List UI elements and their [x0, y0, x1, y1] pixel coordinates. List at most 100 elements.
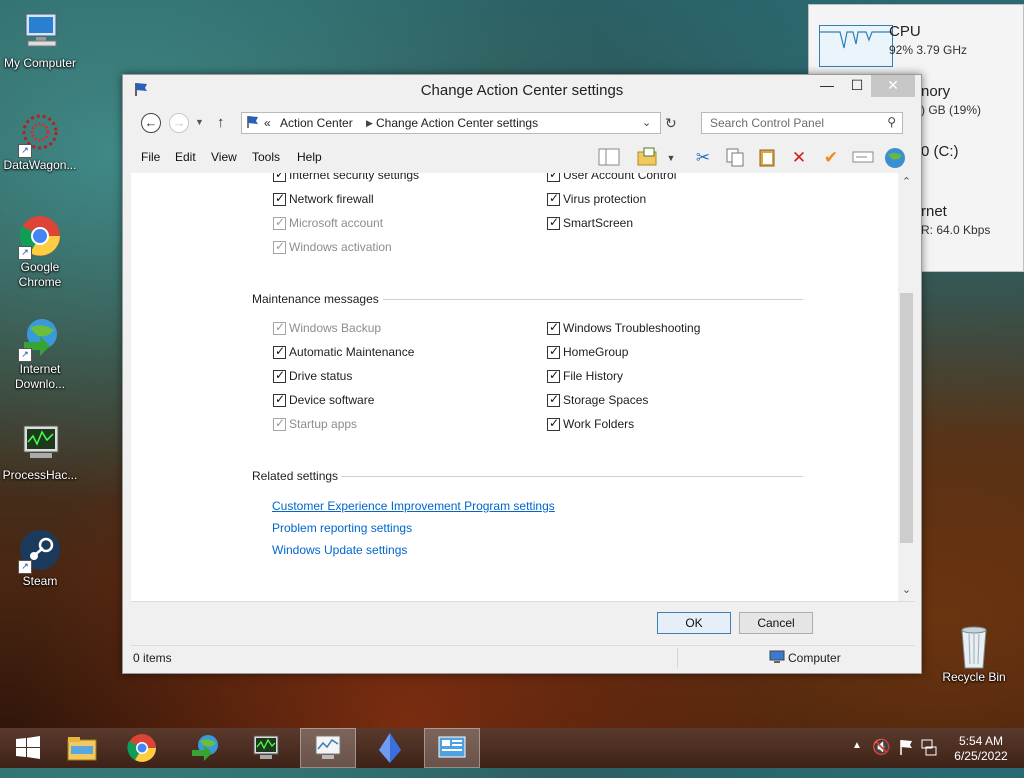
- desktop-icon-datawagon[interactable]: ↗ DataWagon...: [0, 112, 80, 173]
- desktop-icon-label: ProcessHac...: [2, 468, 78, 482]
- menu-help[interactable]: Help: [297, 150, 322, 164]
- checkbox-box: [273, 320, 286, 335]
- checkbox-box[interactable]: [273, 173, 286, 182]
- recent-pages-dropdown-icon[interactable]: ▼: [195, 117, 204, 127]
- checkbox-box[interactable]: [547, 191, 560, 206]
- desktop-icon-steam[interactable]: ↗ Steam: [0, 528, 80, 589]
- checkbox-box[interactable]: [273, 392, 286, 407]
- address-box[interactable]: « Action Center ▶ Change Action Center s…: [241, 112, 661, 134]
- checkbox-box[interactable]: [547, 344, 560, 359]
- breadcrumb-action-center[interactable]: Action Center: [280, 116, 353, 130]
- checkbox-label: Drive status: [289, 369, 353, 383]
- checkbox-box[interactable]: [547, 215, 560, 230]
- desktop-icon-my-computer[interactable]: My Computer: [0, 10, 80, 71]
- scrollbar-thumb[interactable]: [900, 293, 913, 543]
- link-ceip-settings[interactable]: Customer Experience Improvement Program …: [272, 499, 555, 513]
- checkbox-box[interactable]: [547, 416, 560, 431]
- search-icon[interactable]: ⚲: [887, 115, 896, 129]
- layout-pane-icon[interactable]: [597, 147, 621, 169]
- copy-icon[interactable]: [723, 147, 747, 169]
- process-monitor-icon: [18, 422, 62, 466]
- clock-time: 5:54 AM: [958, 734, 1004, 748]
- globe-icon[interactable]: [883, 147, 907, 169]
- ok-button[interactable]: OK: [657, 612, 731, 634]
- menu-tools[interactable]: Tools: [252, 150, 280, 164]
- checkbox-label: Startup apps: [289, 417, 358, 431]
- cancel-button[interactable]: Cancel: [739, 612, 813, 634]
- breadcrumb-current[interactable]: Change Action Center settings: [376, 116, 538, 130]
- resource-monitor-taskbar-icon[interactable]: [300, 728, 356, 768]
- related-settings-heading: Related settings: [252, 469, 339, 483]
- network-icon[interactable]: [920, 738, 938, 759]
- address-bar-row: ← → ▼ ↑ « Action Center ▶ Change Action …: [131, 109, 915, 137]
- desktop-icon-label: Steam: [22, 574, 58, 588]
- datawagon-icon: ↗: [18, 112, 62, 158]
- checkbox-box[interactable]: [273, 344, 286, 359]
- title-bar[interactable]: Change Action Center settings — ☐ ✕: [123, 75, 921, 105]
- processhacker-taskbar-icon[interactable]: [238, 728, 294, 768]
- file-explorer-taskbar-icon[interactable]: [54, 728, 110, 768]
- breadcrumb-prefix[interactable]: «: [264, 116, 271, 130]
- start-button[interactable]: [0, 728, 56, 768]
- shortcut-arrow-icon: ↗: [18, 246, 32, 260]
- properties-check-icon[interactable]: ✔: [819, 147, 843, 169]
- desktop-icon-recycle-bin[interactable]: Recycle Bin: [934, 624, 1014, 685]
- desktop-icon-google-chrome[interactable]: ↗ Google Chrome: [0, 214, 80, 290]
- checkbox-box[interactable]: [273, 191, 286, 206]
- desktop-icon-label: Internet Downlo...: [14, 362, 66, 391]
- view-dropdown-icon[interactable]: ▼: [659, 147, 683, 169]
- rename-icon[interactable]: [851, 147, 875, 169]
- breadcrumb-separator-icon[interactable]: ▶: [366, 118, 373, 129]
- crystal-app-taskbar-icon[interactable]: [362, 728, 418, 768]
- link-problem-reporting[interactable]: Problem reporting settings: [272, 521, 412, 535]
- menu-view[interactable]: View: [211, 150, 237, 164]
- desktop-icon-label: DataWagon...: [3, 158, 77, 172]
- volume-muted-icon[interactable]: 🔇: [872, 738, 891, 756]
- checkbox-label: File History: [563, 369, 624, 383]
- refresh-icon[interactable]: ↻: [665, 115, 677, 132]
- delete-icon[interactable]: ✕: [787, 147, 811, 169]
- vertical-scrollbar[interactable]: ⌃ ⌄: [898, 173, 915, 601]
- clock-date: 6/25/2022: [954, 749, 1008, 763]
- divider: [383, 299, 803, 300]
- checkbox-box[interactable]: [547, 173, 560, 182]
- cpu-graph: [819, 25, 893, 67]
- desktop-icon-label: My Computer: [3, 56, 77, 70]
- maximize-button[interactable]: ☐: [843, 75, 871, 97]
- link-windows-update[interactable]: Windows Update settings: [272, 543, 407, 557]
- desktop-icon-processhacker[interactable]: ProcessHac...: [0, 422, 80, 483]
- clock[interactable]: 5:54 AM 6/25/2022: [948, 734, 1014, 764]
- folder-properties-icon[interactable]: [635, 147, 659, 169]
- back-button[interactable]: ←: [141, 113, 161, 133]
- checkbox-box[interactable]: [547, 392, 560, 407]
- idm-taskbar-icon[interactable]: [178, 728, 234, 768]
- desktop-icon-internet-download[interactable]: ↗ Internet Downlo...: [0, 316, 80, 392]
- checkbox-label: Storage Spaces: [563, 393, 649, 407]
- checkbox-label: Work Folders: [563, 417, 635, 431]
- search-box[interactable]: ⚲: [701, 112, 903, 134]
- menu-file[interactable]: File: [141, 150, 160, 164]
- idm-globe-icon: ↗: [18, 316, 62, 362]
- checkbox-box: [273, 416, 286, 431]
- show-hidden-icons-icon[interactable]: ▲: [852, 740, 862, 751]
- action-center-window: Change Action Center settings — ☐ ✕ ← → …: [122, 74, 922, 674]
- action-center-flag-icon[interactable]: [898, 738, 914, 759]
- action-center-taskbar-icon[interactable]: [424, 728, 480, 768]
- forward-button[interactable]: →: [169, 113, 189, 133]
- checkbox-box[interactable]: [273, 368, 286, 383]
- menu-edit[interactable]: Edit: [175, 150, 196, 164]
- checkbox-box[interactable]: [547, 368, 560, 383]
- address-dropdown-icon[interactable]: ⌄: [642, 116, 651, 129]
- up-arrow-icon[interactable]: ↑: [217, 114, 225, 131]
- paste-icon[interactable]: [755, 147, 779, 169]
- chrome-taskbar-icon[interactable]: [114, 728, 170, 768]
- scroll-down-icon[interactable]: ⌄: [898, 583, 915, 596]
- search-input[interactable]: [708, 115, 878, 131]
- scroll-up-icon[interactable]: ⌃: [898, 175, 915, 188]
- close-button[interactable]: ✕: [871, 75, 915, 97]
- checkbox-label: Network firewall: [289, 192, 374, 206]
- recycle-bin-icon: [952, 624, 996, 669]
- minimize-button[interactable]: —: [813, 75, 841, 97]
- checkbox-box[interactable]: [547, 320, 560, 335]
- cut-icon[interactable]: ✂: [691, 147, 715, 169]
